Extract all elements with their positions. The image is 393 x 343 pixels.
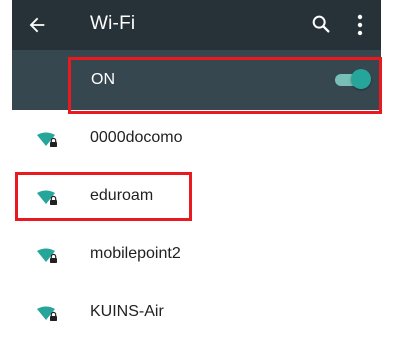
- wifi-locked-icon: [37, 132, 57, 147]
- search-icon[interactable]: [310, 13, 332, 35]
- wifi-settings-screen: Wi-Fi ON 0000docomo eduroam mobilepoint2…: [12, 0, 381, 343]
- wifi-master-switch-bar[interactable]: ON: [12, 50, 381, 110]
- network-ssid: 0000docomo: [90, 129, 183, 146]
- network-list: 0000docomo eduroam mobilepoint2 KUINS-Ai…: [12, 110, 381, 342]
- network-ssid: mobilepoint2: [90, 245, 181, 262]
- network-item-kuins-air[interactable]: KUINS-Air: [12, 284, 381, 342]
- page-title: Wi-Fi: [90, 13, 136, 34]
- wifi-locked-icon: [37, 306, 57, 321]
- network-item-eduroam[interactable]: eduroam: [12, 168, 381, 226]
- network-item-0000docomo[interactable]: 0000docomo: [12, 110, 381, 168]
- wifi-locked-icon: [37, 248, 57, 263]
- more-vert-icon[interactable]: [356, 14, 364, 36]
- network-ssid: KUINS-Air: [90, 303, 164, 320]
- wifi-locked-icon: [37, 190, 57, 205]
- network-item-mobilepoint2[interactable]: mobilepoint2: [12, 226, 381, 284]
- toggle-thumb: [351, 69, 371, 89]
- wifi-toggle-switch[interactable]: [335, 69, 371, 89]
- network-ssid: eduroam: [90, 187, 154, 204]
- wifi-state-label: ON: [91, 71, 115, 88]
- arrow-left-icon[interactable]: [26, 14, 48, 36]
- app-bar: Wi-Fi: [12, 0, 381, 50]
